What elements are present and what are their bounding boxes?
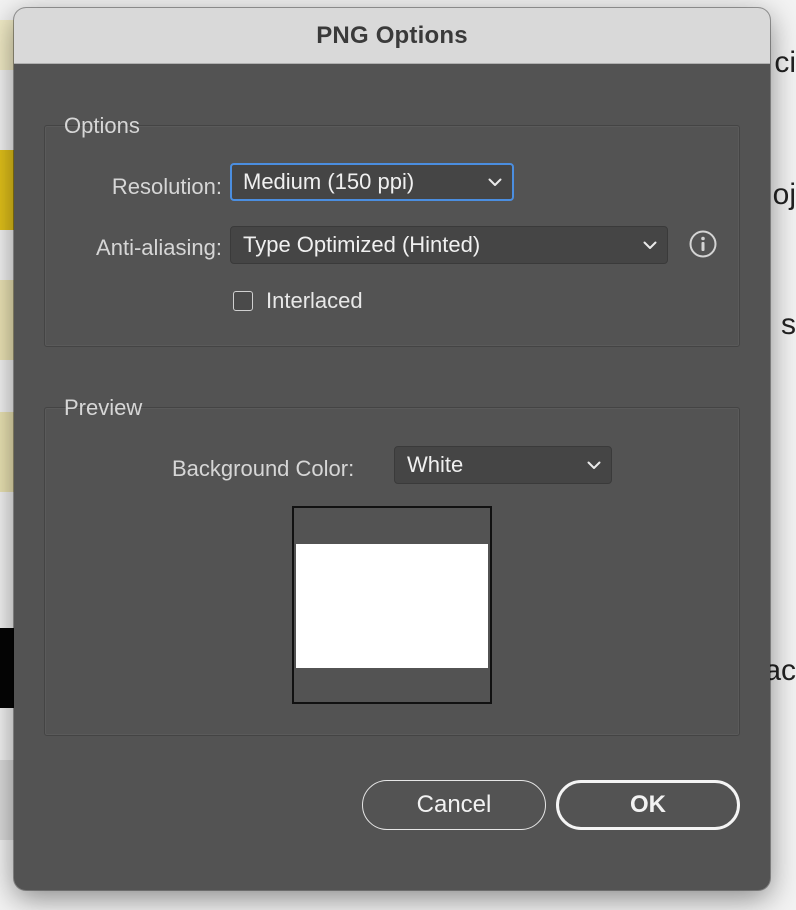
background-text-fragment: s: [781, 308, 796, 341]
background-text-fragment: ci: [774, 46, 796, 79]
background-text-fragment: oj: [772, 178, 796, 211]
interlaced-row[interactable]: Interlaced: [233, 288, 363, 314]
anti-aliasing-select[interactable]: Type Optimized (Hinted): [230, 226, 668, 264]
options-group-label: Options: [64, 113, 140, 138]
dialog-titlebar[interactable]: PNG Options: [14, 8, 770, 64]
background-strip: [0, 628, 14, 708]
resolution-select-value: Medium (150 ppi): [243, 169, 415, 194]
background-color-select-value: White: [407, 452, 464, 477]
preview-thumbnail: [292, 506, 492, 704]
preview-background-swatch: [296, 544, 488, 668]
interlaced-label[interactable]: Interlaced: [266, 288, 363, 314]
background-color-select[interactable]: White: [394, 446, 612, 484]
dialog-title: PNG Options: [316, 21, 468, 49]
png-options-dialog: PNG Options Options Resolution: Medium (…: [14, 8, 770, 890]
interlaced-checkbox[interactable]: [233, 291, 253, 311]
background-strip: [0, 760, 14, 840]
chevron-down-icon: [577, 447, 611, 483]
info-icon[interactable]: [689, 230, 717, 258]
ok-button[interactable]: OK: [556, 780, 740, 830]
resolution-label: Resolution:: [111, 174, 222, 199]
background-strip: [0, 280, 14, 360]
anti-aliasing-select-value: Type Optimized (Hinted): [243, 232, 481, 257]
chevron-down-icon: [478, 165, 512, 199]
chevron-down-icon: [633, 227, 667, 263]
background-color-label: Background Color:: [172, 456, 355, 481]
background-strip: [0, 20, 14, 70]
resolution-select[interactable]: Medium (150 ppi): [230, 163, 514, 201]
cancel-button[interactable]: Cancel: [362, 780, 546, 830]
background-strip: [0, 412, 14, 492]
preview-group-label: Preview: [64, 395, 143, 420]
anti-aliasing-label: Anti-aliasing:: [96, 235, 222, 260]
background-strip: [0, 150, 14, 230]
